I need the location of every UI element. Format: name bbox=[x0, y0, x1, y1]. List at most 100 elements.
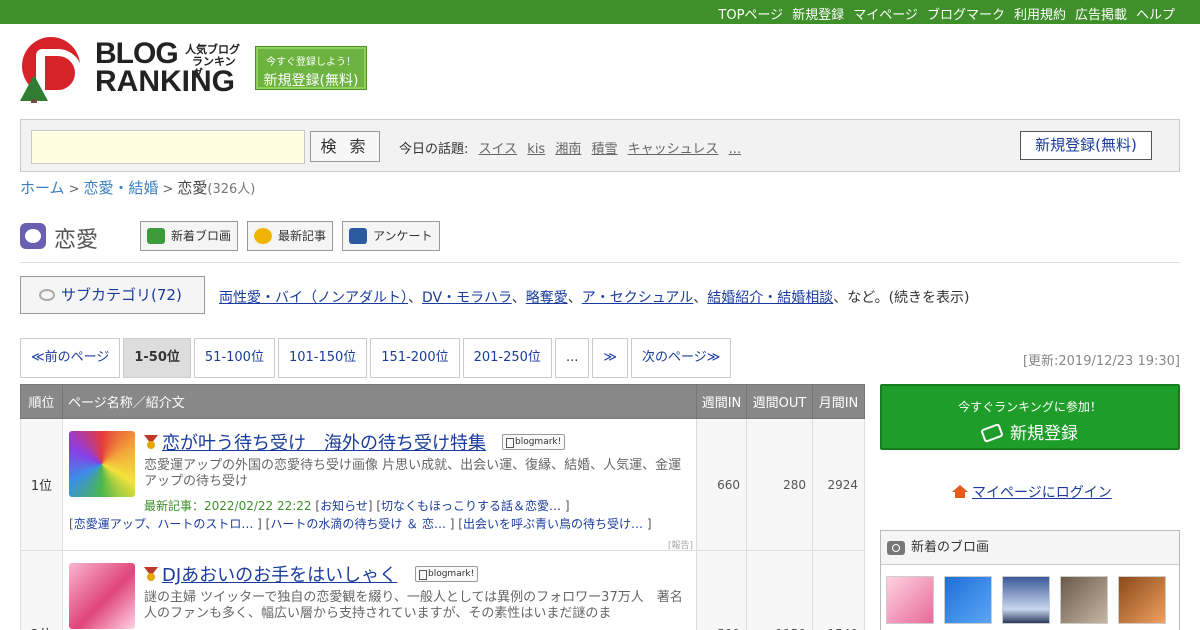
login-label: マイページにログイン bbox=[972, 485, 1112, 501]
subcategory-button[interactable]: サブカテゴリ(72) bbox=[20, 276, 205, 314]
latest-articles-button[interactable]: 最新記事 bbox=[247, 221, 333, 251]
page-button-current[interactable]: 1-50位 bbox=[123, 338, 191, 378]
topic-link[interactable]: kis bbox=[527, 142, 545, 157]
new-images-header: 新着のブロ画 bbox=[881, 531, 1179, 565]
week-in-cell: 660 bbox=[696, 418, 747, 551]
page-forward-button[interactable]: ≫ bbox=[592, 338, 628, 378]
join-small-text: 今すぐランキングに参加！ bbox=[958, 400, 1102, 414]
next-page-button[interactable]: 次のページ≫ bbox=[630, 338, 732, 378]
article-link[interactable]: 切なくもほっこりする話＆恋愛… bbox=[381, 499, 561, 513]
subcategory-list: 両性愛・バイ（ノンアダルト）、DV・モラハラ、略奪愛、ア・セクシュアル、結婚紹介… bbox=[219, 290, 970, 306]
page-button[interactable]: 101-150位 bbox=[277, 338, 368, 378]
topic-link[interactable]: スイス bbox=[479, 142, 518, 157]
new-images-title: 新着のブロ画 bbox=[911, 540, 990, 555]
register-free-button[interactable]: 新規登録(無料) bbox=[1020, 131, 1152, 160]
camera-icon bbox=[147, 228, 165, 244]
prev-page-button[interactable]: ≪前のページ bbox=[20, 338, 121, 378]
breadcrumb-separator: > bbox=[162, 182, 174, 197]
survey-label: アンケート bbox=[373, 229, 433, 243]
week-out-cell: 1150 bbox=[746, 550, 813, 630]
nav-top[interactable]: TOPページ bbox=[718, 4, 783, 23]
article-link[interactable]: 恋愛運アップ、ハートのストロ… bbox=[74, 517, 254, 531]
latest-articles-label: 最新記事 bbox=[278, 229, 327, 243]
latest-article-line: 最新記事：2022/02/22 22:22 [お知らせ] [切なくもほっこりする… bbox=[144, 499, 570, 513]
medal-icon bbox=[144, 435, 158, 449]
survey-button[interactable]: アンケート bbox=[342, 221, 440, 251]
latest-article-label: 最新記事：2022/02/22 22:22 bbox=[144, 499, 312, 513]
rank-cell: 1位 bbox=[20, 418, 63, 551]
search-button[interactable]: 検 索 bbox=[310, 131, 380, 162]
tree-trunk bbox=[31, 99, 37, 103]
subcategory-link[interactable]: 略奪愛 bbox=[526, 290, 568, 306]
topic-link[interactable]: キャッシュレス bbox=[628, 142, 719, 157]
topics-label: 今日の話題: bbox=[399, 142, 469, 157]
speech-bubble-icon bbox=[349, 228, 367, 244]
ranking-table: 順位 ページ名称／紹介文 週間IN 週間OUT 月間IN 1位 恋が叶う待ち受け… bbox=[20, 384, 865, 630]
nav-help[interactable]: ヘルプ bbox=[1136, 4, 1175, 23]
subcategory-more[interactable]: 、など。(続きを表示) bbox=[833, 290, 969, 306]
blog-description: 恋愛運アップの外国の恋愛待ち受け画像 片思い成就、出会い運、復縁、結婚、人気運、… bbox=[144, 458, 682, 489]
top-nav-links: TOPページ 新規登録 マイページ ブログマーク 利用規約 広告掲載 ヘルプ bbox=[718, 4, 1175, 23]
content-cell: 恋が叶う待ち受け 海外の待ち受け特集 blogmark! 恋愛運アップの外国の恋… bbox=[62, 418, 697, 551]
image-thumbnail[interactable] bbox=[1118, 576, 1166, 624]
mypage-login-link[interactable]: マイページにログイン bbox=[952, 482, 1112, 502]
join-ranking-button[interactable]: 今すぐランキングに参加！ 新規登録 bbox=[880, 384, 1180, 450]
blogmark-badge[interactable]: blogmark! bbox=[502, 434, 566, 450]
report-link[interactable]: [報告] bbox=[668, 538, 693, 551]
blog-thumbnail[interactable] bbox=[69, 431, 135, 497]
nav-ads[interactable]: 広告掲載 bbox=[1075, 4, 1127, 23]
topic-more-link[interactable]: ... bbox=[729, 142, 741, 157]
nav-mypage[interactable]: マイページ bbox=[853, 4, 918, 23]
breadcrumb-separator: > bbox=[68, 182, 80, 197]
article-link[interactable]: 出会いを呼ぶ青い鳥の待ち受け… bbox=[463, 517, 643, 531]
subcategory-link[interactable]: ア・セクシュアル bbox=[582, 290, 694, 306]
breadcrumb-parent[interactable]: 恋愛・結婚 bbox=[83, 179, 158, 197]
subcategory-link[interactable]: 両性愛・バイ（ノンアダルト） bbox=[219, 290, 408, 306]
subcategory-link[interactable]: DV・モラハラ bbox=[422, 290, 512, 306]
more-articles-line: [恋愛運アップ、ハートのストロ… ] [ハートの水滴の待ち受け ＆ 恋… ] [… bbox=[69, 517, 652, 531]
ticket-icon bbox=[980, 423, 1004, 443]
new-images-button[interactable]: 新着ブロ画 bbox=[140, 221, 238, 251]
nav-terms[interactable]: 利用規約 bbox=[1014, 4, 1066, 23]
breadcrumb: ホーム > 恋愛・結婚 > 恋愛(326人) bbox=[20, 177, 255, 198]
article-link[interactable]: お知らせ bbox=[320, 499, 368, 513]
nav-blogmark[interactable]: ブログマーク bbox=[927, 4, 1005, 23]
page-button[interactable]: 51-100位 bbox=[193, 338, 275, 378]
blog-title-link[interactable]: DJあおいのお手をはいしゃく bbox=[162, 561, 397, 587]
subcategory-link[interactable]: 結婚紹介・結婚相談 bbox=[707, 290, 833, 306]
register-promo-small: 今すぐ登録しよう！ bbox=[266, 57, 356, 68]
search-bar: 検 索 今日の話題: スイス kis 湘南 積雪 キャッシュレス ... 新規登… bbox=[20, 119, 1180, 172]
new-images-thumbnails bbox=[886, 576, 1166, 624]
header-week-in: 週間IN bbox=[696, 384, 747, 419]
blogmark-badge[interactable]: blogmark! bbox=[415, 566, 479, 582]
register-promo-big: 新規登録(無料) bbox=[263, 73, 359, 89]
table-row: 2位 DJあおいのお手をはいしゃく blogmark! 謎の主婦 ツイッターで独… bbox=[20, 550, 865, 630]
image-thumbnail[interactable] bbox=[1002, 576, 1050, 624]
love-category-icon bbox=[20, 223, 46, 249]
header-rank: 順位 bbox=[20, 384, 63, 419]
blog-description: 謎の主婦 ツイッターで独自の恋愛観を綴り、一般人としては異例のフォロワー37万人… bbox=[144, 590, 683, 621]
search-input[interactable] bbox=[31, 130, 305, 164]
table-row: 1位 恋が叶う待ち受け 海外の待ち受け特集 blogmark! 恋愛運アップの外… bbox=[20, 418, 865, 551]
subcategory-label: サブカテゴリ(72) bbox=[61, 286, 182, 304]
logo-tag-2: ランキング bbox=[192, 55, 236, 80]
site-logo[interactable]: BLOG RANKING 人気ブログ ランキング bbox=[20, 35, 245, 103]
image-thumbnail[interactable] bbox=[886, 576, 934, 624]
header-title: ページ名称／紹介文 bbox=[62, 384, 697, 419]
topic-link[interactable]: 湘南 bbox=[555, 142, 581, 157]
week-in-cell: 500 bbox=[696, 550, 747, 630]
blog-title-link[interactable]: 恋が叶う待ち受け 海外の待ち受け特集 bbox=[162, 429, 486, 455]
page-button[interactable]: 151-200位 bbox=[370, 338, 460, 378]
month-in-cell: 1540 bbox=[812, 550, 865, 630]
article-link[interactable]: ハートの水滴の待ち受け ＆ 恋… bbox=[270, 517, 446, 531]
header-month-in: 月間IN bbox=[812, 384, 865, 419]
nav-register[interactable]: 新規登録 bbox=[792, 4, 844, 23]
image-thumbnail[interactable] bbox=[1060, 576, 1108, 624]
page-button[interactable]: 201-250位 bbox=[462, 338, 552, 378]
register-promo-button[interactable]: 今すぐ登録しよう！ 新規登録(無料) bbox=[255, 46, 367, 90]
blog-thumbnail[interactable] bbox=[69, 563, 135, 629]
category-name: 恋愛 bbox=[54, 228, 99, 253]
image-thumbnail[interactable] bbox=[944, 576, 992, 624]
topic-link[interactable]: 積雪 bbox=[592, 142, 618, 157]
breadcrumb-home[interactable]: ホーム bbox=[20, 179, 65, 197]
